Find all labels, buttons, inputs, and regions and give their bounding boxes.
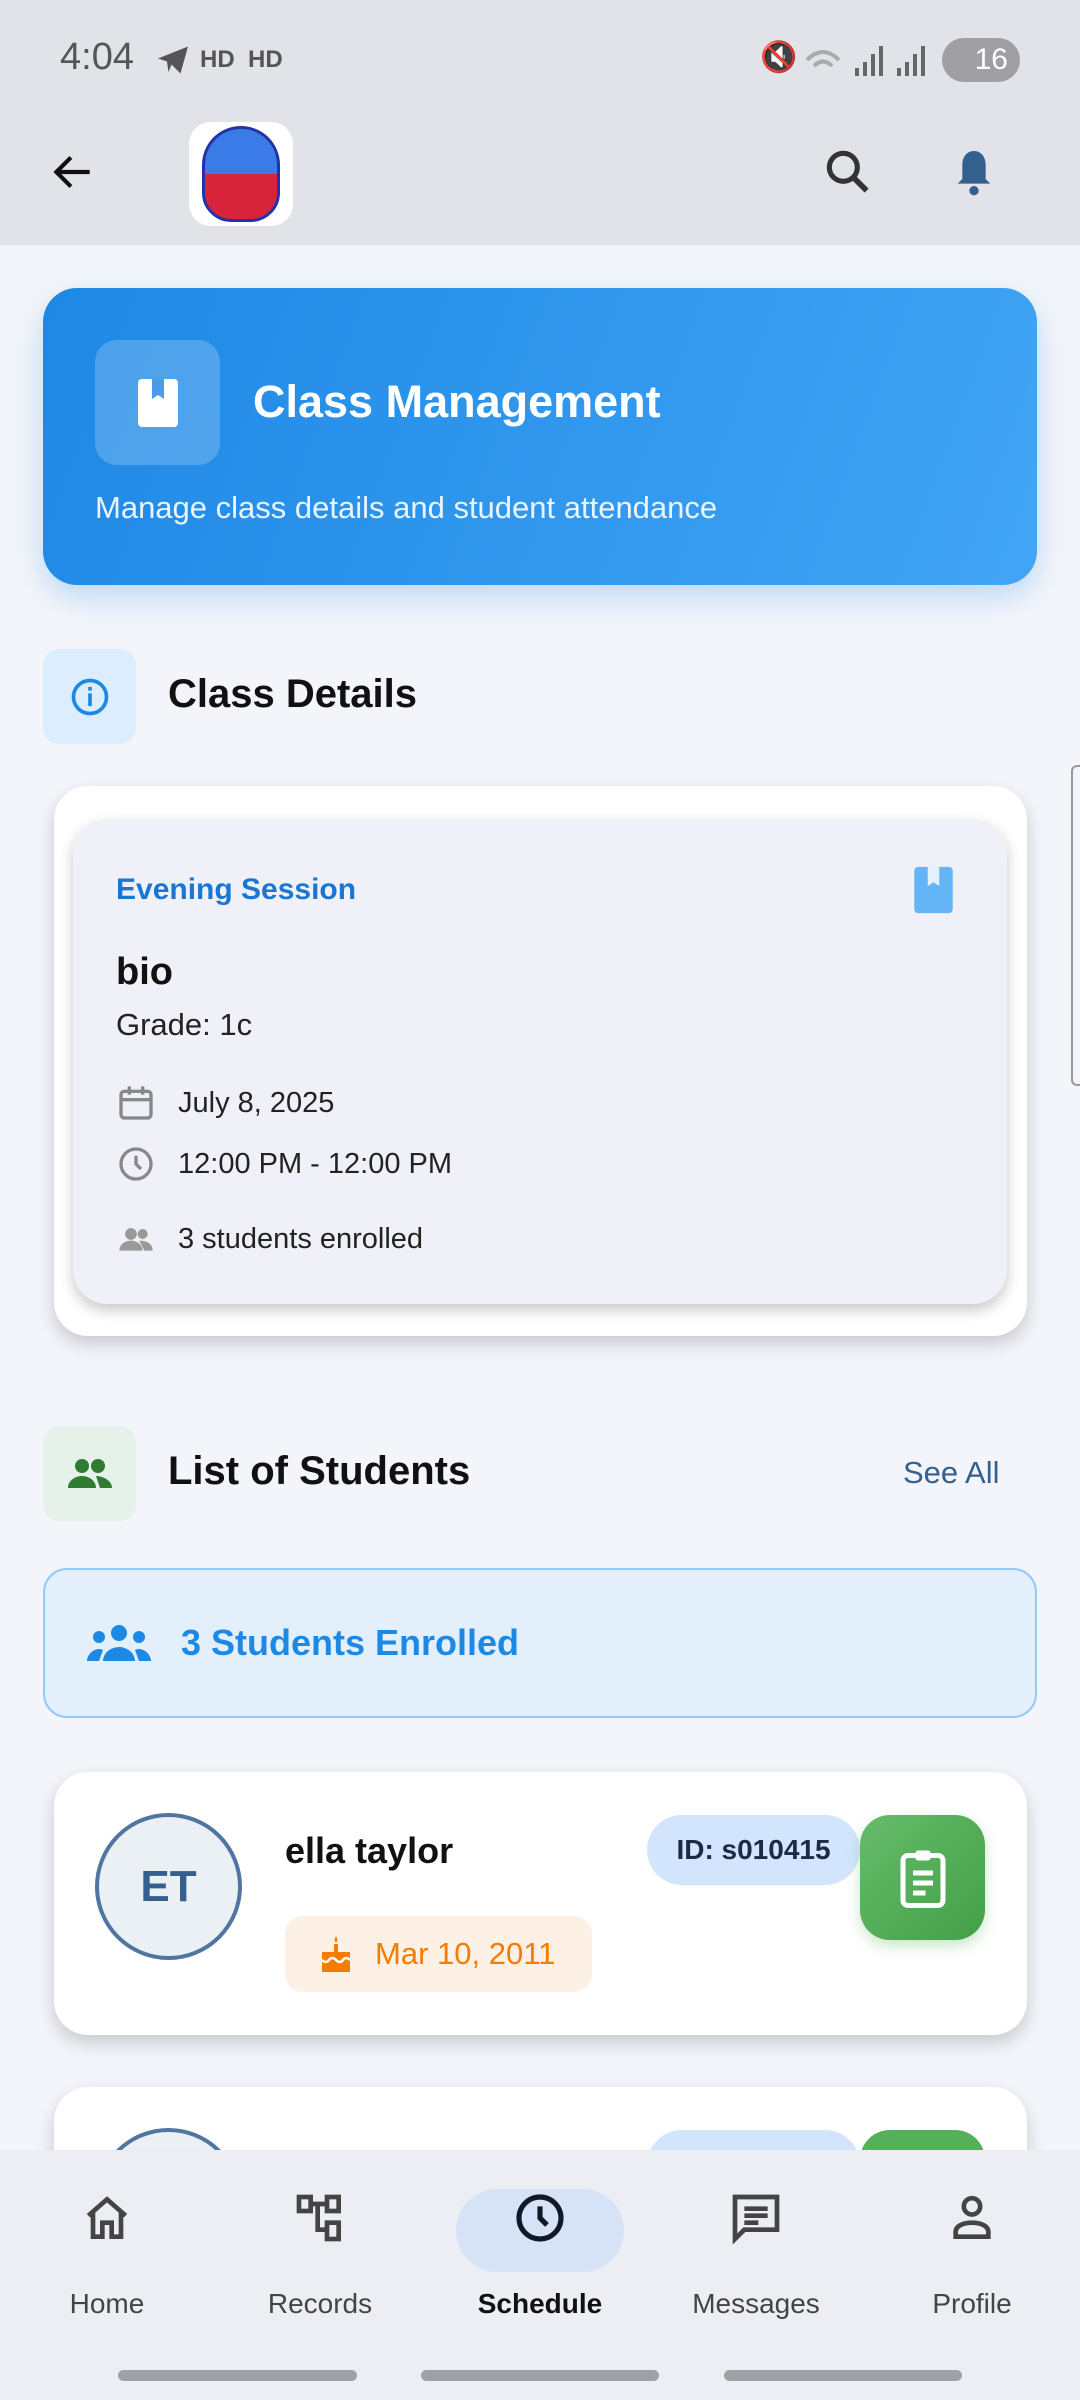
nav-home[interactable]: Home: [7, 2190, 207, 2319]
mute-icon: 🔇: [760, 41, 798, 74]
bottom-nav: [0, 2150, 1080, 2400]
page-subtitle: Manage class details and student attenda…: [95, 490, 718, 525]
students-enrolled-banner: 3 Students Enrolled: [43, 1568, 1037, 1718]
nav-label: Home: [69, 2288, 145, 2319]
student-card[interactable]: ET ella taylor ID: s010415 Mar 10, 2011: [54, 1772, 1027, 2035]
message-icon: [732, 2194, 780, 2245]
nav-profile[interactable]: Profile: [872, 2190, 1072, 2319]
school-logo: [189, 122, 293, 226]
clock-icon: [119, 1147, 153, 1181]
status-bar: 4:04 HD HD 🔇 16: [0, 0, 1080, 122]
book-icon: [914, 866, 953, 914]
cake-icon: [321, 1936, 351, 1972]
nav-records[interactable]: Records: [220, 2190, 420, 2319]
attendance-button[interactable]: [860, 1815, 985, 1940]
clock-icon: [516, 2194, 564, 2242]
session-label: Evening Session: [116, 873, 357, 906]
class-subject: bio: [116, 951, 173, 993]
class-grade: Grade: 1c: [116, 1007, 253, 1042]
book-icon: [95, 340, 220, 465]
hd-indicator: HD: [248, 46, 283, 73]
bell-icon[interactable]: [946, 144, 1002, 200]
search-icon[interactable]: [820, 144, 876, 200]
nav-label: Messages: [692, 2288, 820, 2319]
see-all-link[interactable]: See All: [903, 1455, 1000, 1491]
class-date-text: July 8, 2025: [178, 1086, 335, 1119]
battery-indicator: 16: [942, 38, 1020, 82]
section-title-class-details: Class Details: [168, 672, 418, 716]
groups-icon: [87, 1625, 151, 1661]
signal-icons: [805, 46, 925, 76]
calendar-icon: [119, 1086, 153, 1120]
nav-label: Schedule: [477, 2288, 603, 2319]
nav-messages[interactable]: Messages: [656, 2190, 856, 2319]
gesture-bar: [118, 2370, 357, 2381]
clipboard-icon: [900, 1850, 945, 1908]
student-avatar: ET: [95, 1813, 242, 1960]
enrolled-count: 3 Students Enrolled: [181, 1622, 520, 1663]
class-enrolled-text: 3 students enrolled: [178, 1222, 424, 1255]
class-management-header: Class Management Manage class details an…: [43, 288, 1037, 585]
class-info-card[interactable]: Evening Session bio Grade: 1c July 8, 20…: [73, 819, 1007, 1304]
student-id-badge: ID: s010415: [647, 1815, 860, 1885]
arrow-back-icon[interactable]: [48, 147, 98, 197]
nav-schedule[interactable]: Schedule: [440, 2190, 640, 2319]
nav-label: Records: [267, 2288, 373, 2319]
student-name: ella taylor: [285, 1830, 454, 1871]
student-dob-badge: Mar 10, 2011: [285, 1916, 592, 1992]
info-icon: [43, 649, 136, 744]
student-dob: Mar 10, 2011: [375, 1936, 556, 1971]
section-title-students: List of Students: [168, 1449, 471, 1493]
status-time: 4:04: [60, 36, 134, 78]
hd-indicator: HD: [200, 46, 235, 73]
class-time-text: 12:00 PM - 12:00 PM: [178, 1147, 453, 1180]
people-icon: [119, 1228, 153, 1251]
scrollbar[interactable]: [1071, 765, 1080, 1086]
home-icon: [86, 2196, 128, 2239]
class-date: July 8, 2025: [116, 1083, 334, 1123]
class-time: 12:00 PM - 12:00 PM: [116, 1144, 452, 1184]
person-icon: [953, 2195, 991, 2239]
class-enrolled: 3 students enrolled: [116, 1219, 423, 1259]
gesture-bar: [724, 2370, 962, 2381]
records-icon: [296, 2194, 341, 2242]
group-icon: [43, 1426, 136, 1521]
nav-label: Profile: [932, 2288, 1012, 2319]
app-bar: [0, 122, 1080, 245]
page-title: Class Management: [253, 376, 661, 427]
telegram-icon: [158, 46, 188, 74]
gesture-bar: [421, 2370, 659, 2381]
